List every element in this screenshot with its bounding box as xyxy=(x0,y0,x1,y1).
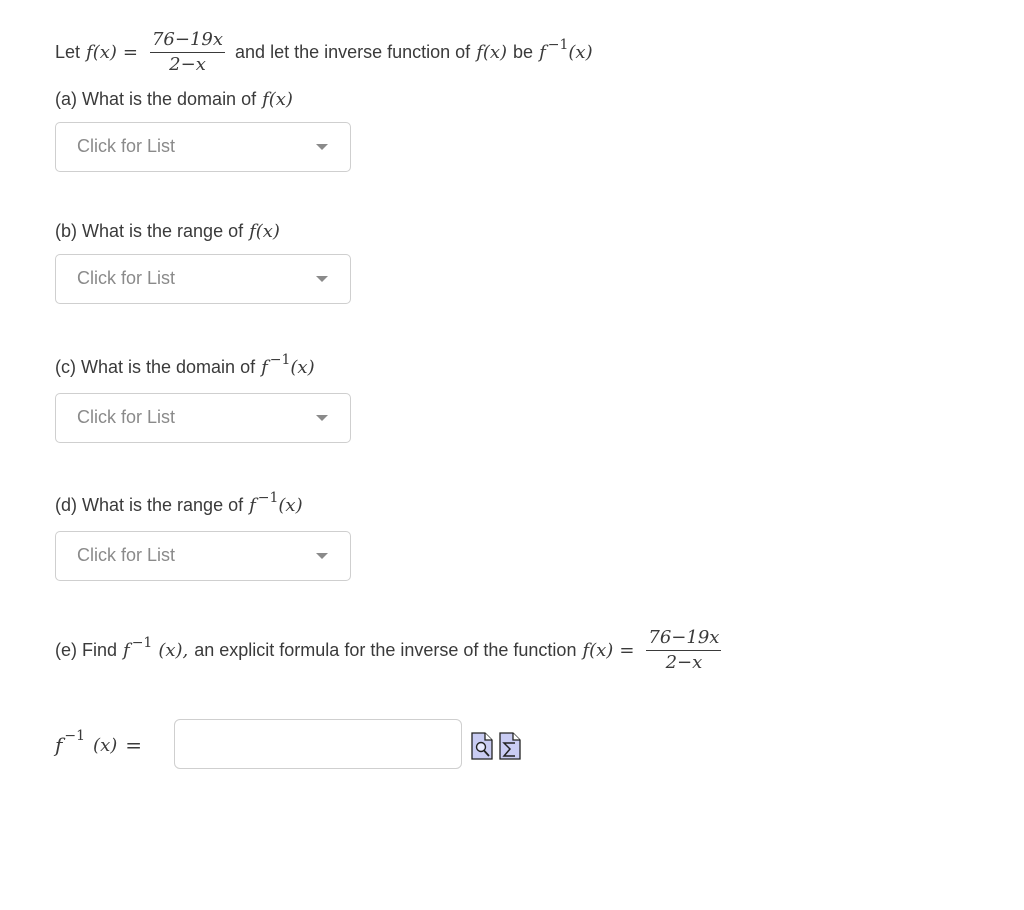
question-e: (e) Find f −1 (x), an explicit formula fo… xyxy=(55,622,727,678)
finv-arg: (x) xyxy=(290,356,315,378)
question-b-label: (b) What is the range of xyxy=(55,220,244,241)
chevron-down-icon xyxy=(316,415,328,421)
finv-arg: (x) xyxy=(278,494,303,516)
question-b: (b) What is the range of f(x) xyxy=(55,218,280,244)
answer-lhs-equals: = xyxy=(125,733,143,757)
intro-finv-arg: (x) xyxy=(568,41,593,63)
intro-f-of-x-2: f(x) xyxy=(476,41,508,63)
range-finv-select[interactable]: Click for List xyxy=(55,531,351,581)
question-a-math: f(x) xyxy=(262,88,293,110)
question-c: (c) What is the domain of f −1(x) xyxy=(55,352,315,382)
preview-magnifier-icon[interactable] xyxy=(471,732,493,760)
problem-statement: Let f(x) = 76−19x 2−x and let the invers… xyxy=(55,24,593,80)
intro-fraction: 76−19x 2−x xyxy=(149,29,226,75)
select-placeholder: Click for List xyxy=(77,136,176,156)
select-placeholder: Click for List xyxy=(77,545,176,565)
intro-denominator: 2−x xyxy=(169,53,206,75)
intro-f-of-x: f(x) xyxy=(86,41,117,63)
question-e-f-of-x: f(x) xyxy=(582,639,614,661)
finv-sup: −1 xyxy=(269,351,291,368)
question-e-finv-arg: (x), xyxy=(158,639,189,661)
question-d-label: (d) What is the range of xyxy=(55,494,244,515)
finv-f: f xyxy=(261,356,268,378)
question-c-math: f −1(x) xyxy=(261,352,315,378)
question-a: (a) What is the domain of f(x) xyxy=(55,86,293,112)
range-f-select[interactable]: Click for List xyxy=(55,254,351,304)
domain-finv-select[interactable]: Click for List xyxy=(55,393,351,443)
question-e-equals: = xyxy=(619,639,635,661)
answer-lhs-f: f xyxy=(55,733,63,757)
chevron-down-icon xyxy=(316,144,328,150)
answer-lhs-arg: (x) xyxy=(93,734,118,756)
question-d-math: f −1(x) xyxy=(249,490,303,516)
question-e-prefix: (e) Find xyxy=(55,639,118,660)
finv-sup: −1 xyxy=(131,634,153,651)
question-a-label: (a) What is the domain of xyxy=(55,88,257,109)
finv-f: f xyxy=(249,494,256,516)
finv-sup: −1 xyxy=(257,489,279,506)
select-placeholder: Click for List xyxy=(77,407,176,427)
intro-equals: = xyxy=(122,41,138,63)
question-d: (d) What is the range of f −1(x) xyxy=(55,490,303,520)
question-e-numerator: 76−19x xyxy=(646,627,722,651)
intro-let: Let xyxy=(55,41,81,62)
question-e-denominator: 2−x xyxy=(665,651,703,673)
question-c-label: (c) What is the domain of xyxy=(55,356,256,377)
question-e-middle-text: an explicit formula for the inverse of t… xyxy=(194,639,577,660)
question-e-finv: f −1 xyxy=(123,635,152,661)
intro-middle-text: and let the inverse function of xyxy=(235,41,471,62)
chevron-down-icon xyxy=(316,553,328,559)
select-placeholder: Click for List xyxy=(77,268,176,288)
intro-finv: f −1(x) xyxy=(539,37,593,63)
answer-lhs: f −1 (x) = xyxy=(55,728,142,762)
question-e-fraction: 76−19x 2−x xyxy=(646,627,722,673)
inverse-formula-input[interactable] xyxy=(174,719,462,769)
answer-lhs-sup: −1 xyxy=(64,728,86,744)
chevron-down-icon xyxy=(316,276,328,282)
sigma-equation-icon[interactable] xyxy=(499,732,521,760)
question-b-math: f(x) xyxy=(249,220,280,242)
intro-be: be xyxy=(513,41,534,62)
intro-finv-sup: −1 xyxy=(547,36,569,53)
domain-f-select[interactable]: Click for List xyxy=(55,122,351,172)
finv-f: f xyxy=(123,639,130,661)
intro-numerator: 76−19x xyxy=(149,29,226,53)
intro-finv-f: f xyxy=(539,41,546,63)
